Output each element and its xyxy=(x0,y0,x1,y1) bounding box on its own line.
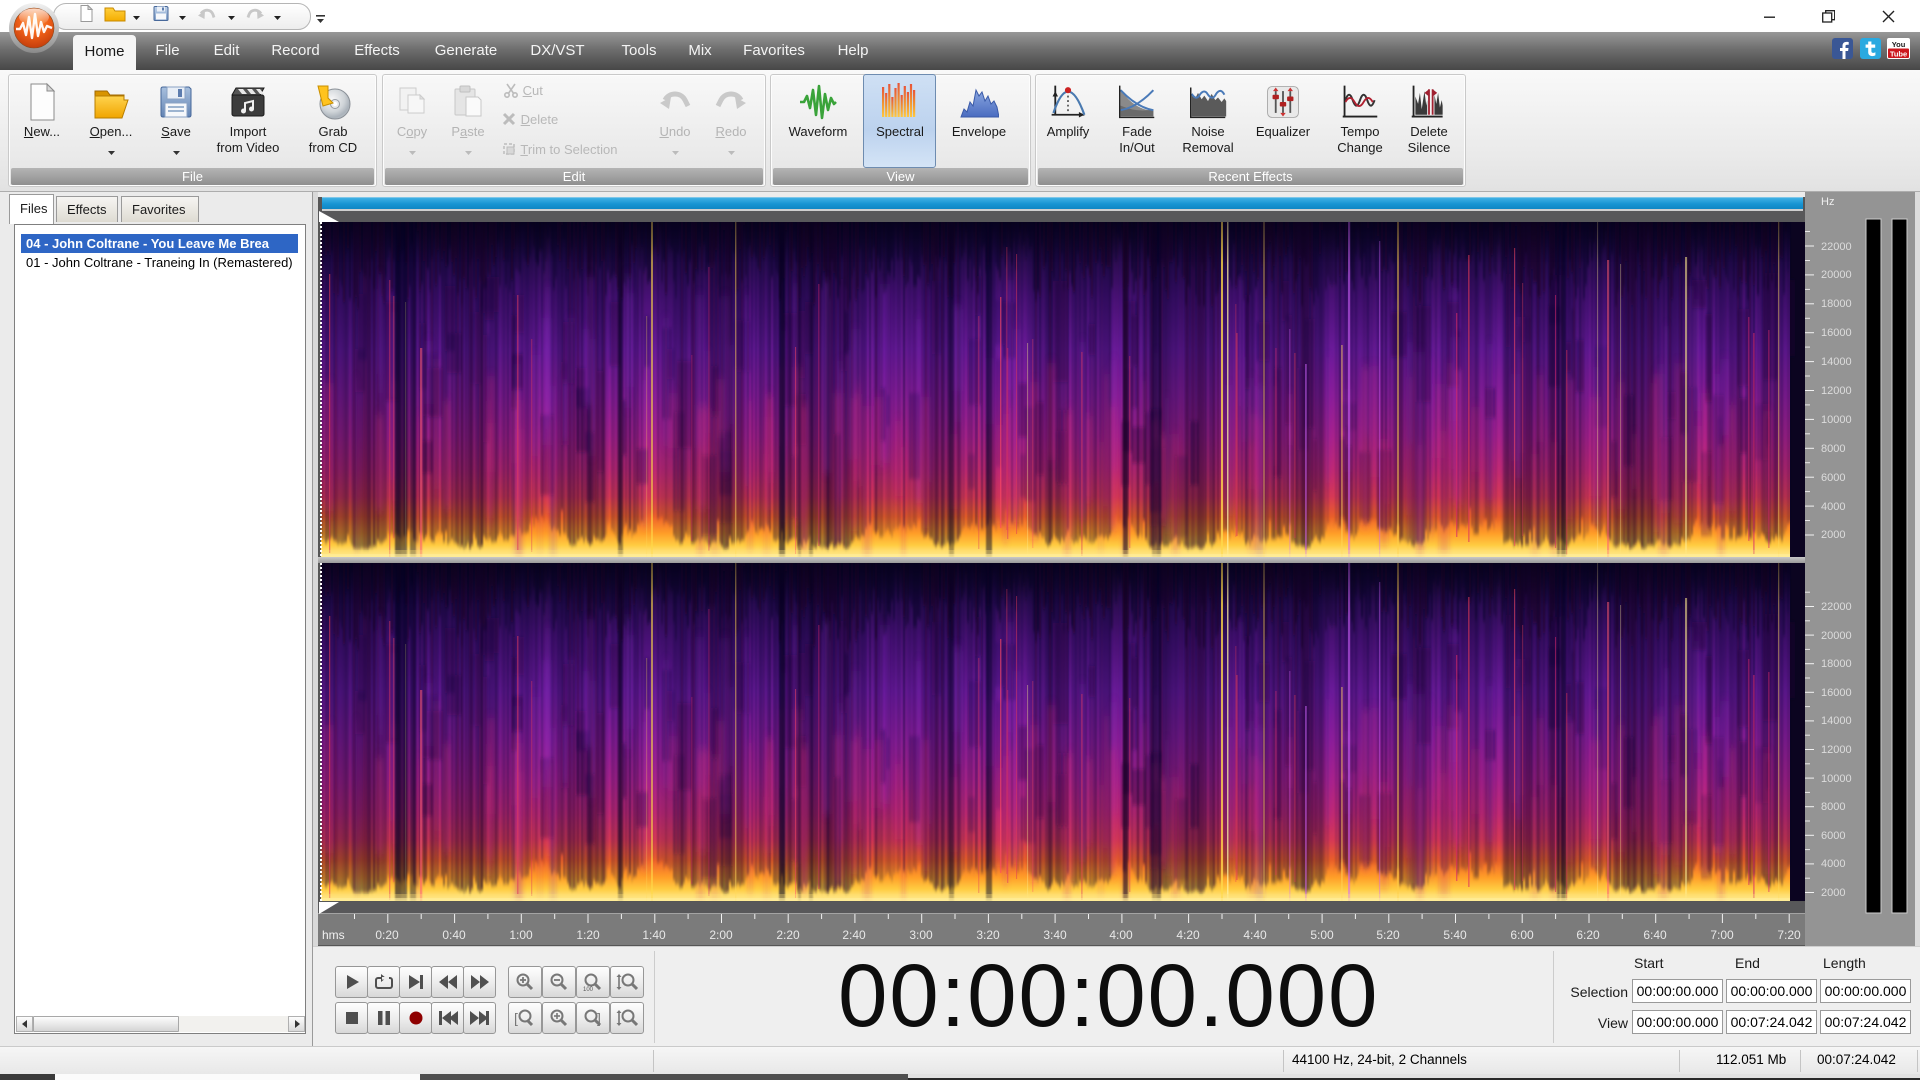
svg-text:18000: 18000 xyxy=(1821,658,1852,670)
svg-text:100: 100 xyxy=(583,987,594,992)
svg-text:2:40: 2:40 xyxy=(842,928,866,942)
svg-text:14000: 14000 xyxy=(1821,356,1852,368)
svg-text:5:20: 5:20 xyxy=(1376,928,1400,942)
svg-text:6:40: 6:40 xyxy=(1643,928,1667,942)
svg-text:1:20: 1:20 xyxy=(576,928,600,942)
svg-text:0:40: 0:40 xyxy=(442,928,466,942)
svg-text:Hz: Hz xyxy=(1821,196,1834,208)
svg-text:0:20: 0:20 xyxy=(375,928,399,942)
svg-text:10000: 10000 xyxy=(1821,414,1852,426)
svg-text:12000: 12000 xyxy=(1821,385,1852,397)
svg-text:4:40: 4:40 xyxy=(1243,928,1267,942)
svg-text:22000: 22000 xyxy=(1821,241,1852,253)
svg-text:hms: hms xyxy=(322,928,345,942)
svg-text:4000: 4000 xyxy=(1821,858,1845,870)
svg-text:20000: 20000 xyxy=(1821,269,1852,281)
svg-text:16000: 16000 xyxy=(1821,687,1852,699)
svg-text:1:00: 1:00 xyxy=(509,928,533,942)
svg-text:5:00: 5:00 xyxy=(1310,928,1334,942)
svg-text:2:00: 2:00 xyxy=(709,928,733,942)
svg-text:16000: 16000 xyxy=(1821,327,1852,339)
svg-text:12000: 12000 xyxy=(1821,744,1852,756)
svg-text:3:00: 3:00 xyxy=(909,928,933,942)
svg-text:1:40: 1:40 xyxy=(642,928,666,942)
svg-text:[: [ xyxy=(514,1010,518,1026)
svg-text:6000: 6000 xyxy=(1821,472,1845,484)
svg-text:4:00: 4:00 xyxy=(1109,928,1133,942)
svg-text:3:40: 3:40 xyxy=(1043,928,1067,942)
svg-text:8000: 8000 xyxy=(1821,443,1845,455)
svg-text:2000: 2000 xyxy=(1821,529,1845,541)
svg-text:14000: 14000 xyxy=(1821,715,1852,727)
svg-text:Tube: Tube xyxy=(1890,50,1907,59)
svg-text:2:20: 2:20 xyxy=(776,928,800,942)
svg-text:8000: 8000 xyxy=(1821,801,1845,813)
svg-text:7:00: 7:00 xyxy=(1710,928,1734,942)
svg-text:18000: 18000 xyxy=(1821,298,1852,310)
svg-text:6000: 6000 xyxy=(1821,830,1845,842)
svg-text:2000: 2000 xyxy=(1821,887,1845,899)
svg-text:4000: 4000 xyxy=(1821,501,1845,513)
svg-text:6:20: 6:20 xyxy=(1576,928,1600,942)
svg-text:5:40: 5:40 xyxy=(1443,928,1467,942)
svg-text:22000: 22000 xyxy=(1821,601,1852,613)
svg-text:3:20: 3:20 xyxy=(976,928,1000,942)
svg-text:4:20: 4:20 xyxy=(1176,928,1200,942)
svg-text:7:20: 7:20 xyxy=(1777,928,1801,942)
svg-text:20000: 20000 xyxy=(1821,630,1852,642)
svg-text:]: ] xyxy=(597,1010,601,1026)
svg-text:6:00: 6:00 xyxy=(1510,928,1534,942)
svg-text:10000: 10000 xyxy=(1821,773,1852,785)
svg-text:You: You xyxy=(1892,40,1906,49)
